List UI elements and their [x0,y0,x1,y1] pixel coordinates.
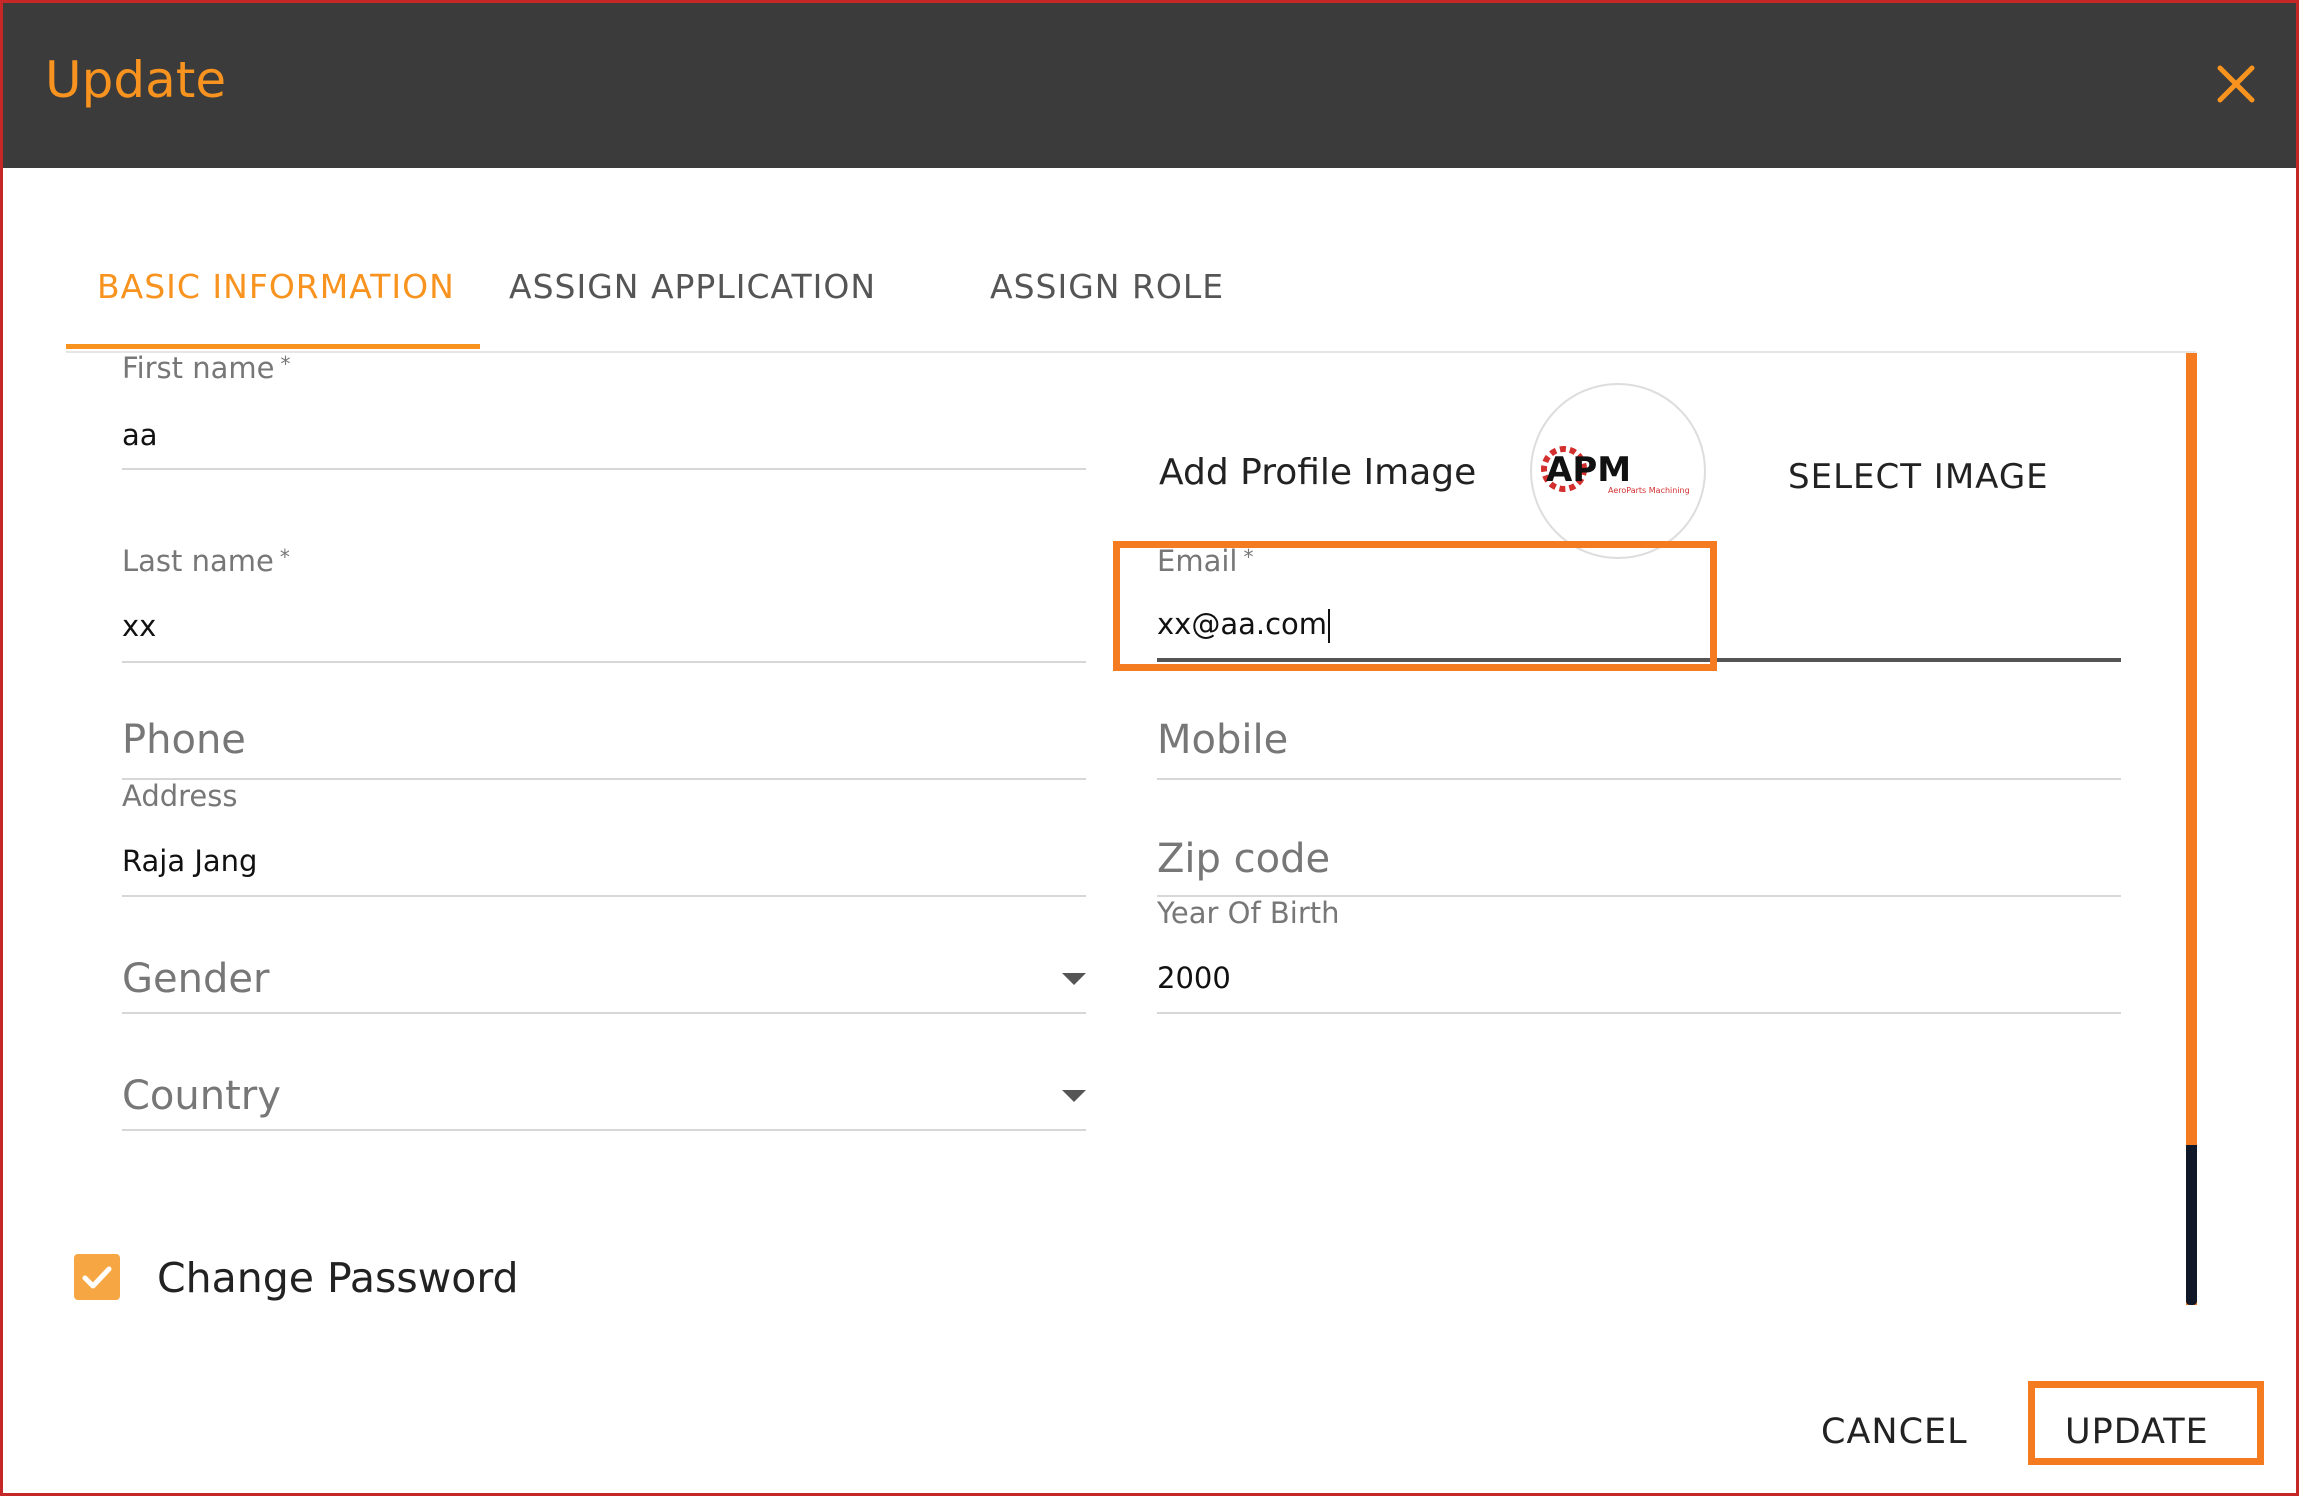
address-underline [122,895,1086,897]
address-label: Address [122,779,238,813]
email-highlight-box [1113,541,1717,671]
cancel-button[interactable]: CANCEL [1821,1415,1968,1450]
mobile-placeholder[interactable]: Mobile [1157,720,1288,760]
gender-underline [122,1012,1086,1014]
close-button[interactable] [2211,59,2261,109]
update-highlight-box [2028,1381,2264,1465]
first-name-value[interactable]: aa [122,421,158,450]
tab-assign-role[interactable]: ASSIGN ROLE [990,270,1224,303]
mobile-underline [1157,778,2121,780]
dialog-title: Update [45,51,227,109]
country-underline [122,1129,1086,1131]
year-of-birth-label: Year Of Birth [1157,896,1340,930]
chevron-down-icon[interactable] [1062,973,1086,985]
zip-code-placeholder[interactable]: Zip code [1157,839,1330,879]
address-value[interactable]: Raja Jang [122,847,257,876]
add-profile-image-label: Add Profile Image [1159,452,1477,493]
svg-text:AeroParts Machining: AeroParts Machining [1608,486,1690,495]
dialog-header: Update [3,3,2296,168]
change-password-label[interactable]: Change Password [157,1258,519,1299]
check-icon [82,1266,112,1289]
phone-placeholder[interactable]: Phone [122,720,246,760]
scrollbar-thumb[interactable] [2186,1145,2197,1305]
apm-logo: APM AeroParts Machining [1541,446,1690,495]
select-image-button[interactable]: SELECT IMAGE [1788,460,2049,494]
tabs-divider [66,351,2196,353]
year-of-birth-underline [1157,1012,2121,1014]
first-name-label: First name * [122,351,291,385]
update-dialog: Update BASIC INFORMATION ASSIGN APPLICAT… [0,0,2299,1496]
tab-basic-information[interactable]: BASIC INFORMATION [97,270,455,303]
country-placeholder[interactable]: Country [122,1076,281,1116]
svg-text:APM: APM [1546,450,1631,490]
change-password-checkbox[interactable] [74,1254,120,1300]
chevron-down-icon[interactable] [1062,1090,1086,1102]
gender-placeholder[interactable]: Gender [122,959,269,999]
avatar[interactable]: APM AeroParts Machining [1530,383,1706,559]
phone-underline [122,778,1086,780]
active-tab-indicator [66,344,480,349]
close-icon [2217,65,2255,103]
last-name-value[interactable]: xx [122,612,156,641]
tab-assign-application[interactable]: ASSIGN APPLICATION [509,270,876,303]
year-of-birth-value[interactable]: 2000 [1157,964,1231,993]
first-name-underline [122,468,1086,470]
last-name-label: Last name * [122,544,290,578]
last-name-underline [122,661,1086,663]
